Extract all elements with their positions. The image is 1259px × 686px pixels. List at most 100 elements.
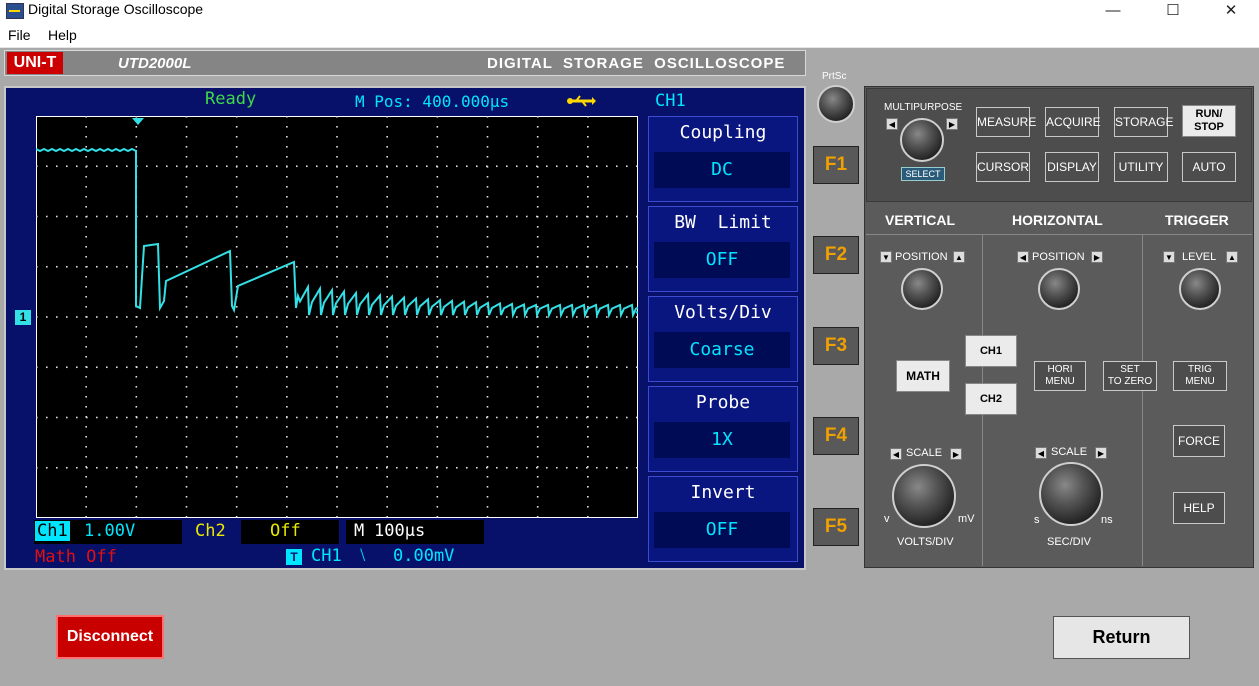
auto-button[interactable]: AUTO: [1182, 152, 1236, 182]
h-position-left-arrow[interactable]: ◀: [1017, 251, 1029, 263]
oscilloscope-app-icon: [6, 3, 24, 19]
grid-dot: [366, 265, 368, 268]
h-position-right-arrow[interactable]: ▶: [1091, 251, 1103, 263]
grid-dot: [406, 215, 408, 218]
grid-dot: [176, 265, 178, 268]
menu-file[interactable]: File: [8, 27, 31, 43]
grid-dot: [235, 236, 238, 238]
grid-dot: [306, 215, 308, 218]
grid-dot: [456, 165, 458, 168]
grid-dot: [486, 146, 489, 148]
grid-dot: [135, 146, 138, 148]
invert-label: Invert: [690, 482, 756, 503]
grid-dot: [85, 336, 87, 338]
vertical-position-knob[interactable]: [901, 268, 943, 310]
v-position-up-arrow[interactable]: ▲: [953, 251, 965, 263]
grid-dot: [386, 456, 388, 458]
grid-dot: [346, 416, 348, 419]
menu-help[interactable]: Help: [48, 27, 77, 43]
level-up-arrow[interactable]: ▲: [1226, 251, 1238, 263]
grid-dot: [106, 366, 108, 369]
grid-dot: [436, 456, 439, 458]
disconnect-button[interactable]: Disconnect: [56, 615, 164, 659]
grid-dot: [386, 116, 388, 118]
f3-button[interactable]: F3: [813, 327, 859, 365]
math-button[interactable]: MATH: [896, 360, 950, 392]
grid-dot: [386, 146, 388, 148]
grid-dot: [85, 276, 87, 278]
grid-dot: [306, 366, 308, 369]
run-stop-button[interactable]: RUN/ STOP: [1182, 105, 1236, 137]
grid-dot: [235, 226, 238, 228]
set-to-zero-button[interactable]: SET TO ZERO: [1103, 361, 1157, 391]
grid-dot: [436, 196, 439, 198]
grid-dot: [466, 466, 468, 469]
grid-dot: [336, 406, 338, 408]
ch2-volts: Off: [270, 521, 301, 541]
return-button[interactable]: Return: [1053, 616, 1190, 659]
multipurpose-left-arrow[interactable]: ◀: [886, 118, 898, 130]
grid-dot: [486, 516, 489, 518]
grid-dot: [606, 416, 608, 419]
cursor-button[interactable]: CURSOR: [976, 152, 1030, 182]
grid-dot: [146, 466, 148, 469]
grid-dot: [286, 386, 288, 388]
grid-dot: [136, 366, 138, 369]
grid-dot: [36, 416, 38, 419]
grid-dot: [406, 366, 408, 369]
ch1-button[interactable]: CH1: [965, 335, 1017, 367]
trig-menu-button[interactable]: TRIG MENU: [1173, 361, 1227, 391]
acquire-button[interactable]: ACQUIRE: [1045, 107, 1101, 137]
grid-dot: [96, 366, 98, 369]
hori-menu-button[interactable]: HORI MENU: [1034, 361, 1086, 391]
grid-dot: [587, 426, 589, 428]
maximize-button[interactable]: ☐: [1150, 0, 1196, 23]
v-position-down-arrow[interactable]: ▼: [880, 251, 892, 263]
grid-dot: [235, 336, 238, 338]
f2-button[interactable]: F2: [813, 236, 859, 274]
select-button[interactable]: SELECT: [901, 167, 945, 181]
grid-dot: [235, 346, 238, 348]
grid-dot: [66, 265, 68, 268]
grid-dot: [587, 406, 589, 408]
storage-button[interactable]: STORAGE: [1114, 107, 1173, 137]
volts-div-knob[interactable]: [892, 464, 956, 528]
grid-dot: [616, 265, 618, 268]
help-button[interactable]: HELP: [1173, 492, 1225, 524]
horizontal-position-knob[interactable]: [1038, 268, 1080, 310]
grid-dot: [396, 165, 398, 168]
display-button[interactable]: DISPLAY: [1045, 152, 1099, 182]
h-scale-left-arrow[interactable]: ◀: [1035, 447, 1047, 459]
ch2-button[interactable]: CH2: [965, 383, 1017, 415]
trigger-level-knob[interactable]: [1179, 268, 1221, 310]
grid-dot: [436, 116, 439, 118]
multipurpose-knob[interactable]: [900, 118, 944, 162]
grid-dot: [466, 215, 468, 218]
grid-dot: [286, 146, 288, 148]
multipurpose-right-arrow[interactable]: ▶: [946, 118, 958, 130]
close-button[interactable]: ✕: [1208, 0, 1254, 23]
f4-button[interactable]: F4: [813, 417, 859, 455]
grid-dot: [86, 466, 88, 469]
grid-dot: [476, 316, 478, 318]
grid-dot: [286, 286, 288, 288]
sec-div-knob[interactable]: [1039, 462, 1103, 526]
level-down-arrow[interactable]: ▼: [1163, 251, 1175, 263]
measure-button[interactable]: MEASURE: [976, 107, 1036, 137]
minimize-button[interactable]: —: [1090, 0, 1136, 23]
grid-dot: [436, 165, 438, 168]
ch1-ground-marker: 1: [15, 310, 31, 325]
prtsc-button[interactable]: [817, 85, 855, 123]
v-scale-right-arrow[interactable]: ▶: [950, 448, 962, 460]
coupling-value: DC: [654, 152, 790, 188]
grid-dot: [536, 426, 539, 428]
grid-dot: [256, 165, 258, 168]
utility-button[interactable]: UTILITY: [1114, 152, 1168, 182]
grid-dot: [416, 466, 418, 469]
f5-button[interactable]: F5: [813, 508, 859, 546]
h-scale-right-arrow[interactable]: ▶: [1095, 447, 1107, 459]
v-scale-left-arrow[interactable]: ◀: [890, 448, 902, 460]
f1-button[interactable]: F1: [813, 146, 859, 184]
force-button[interactable]: FORCE: [1173, 425, 1225, 457]
grid-dot: [226, 416, 228, 419]
